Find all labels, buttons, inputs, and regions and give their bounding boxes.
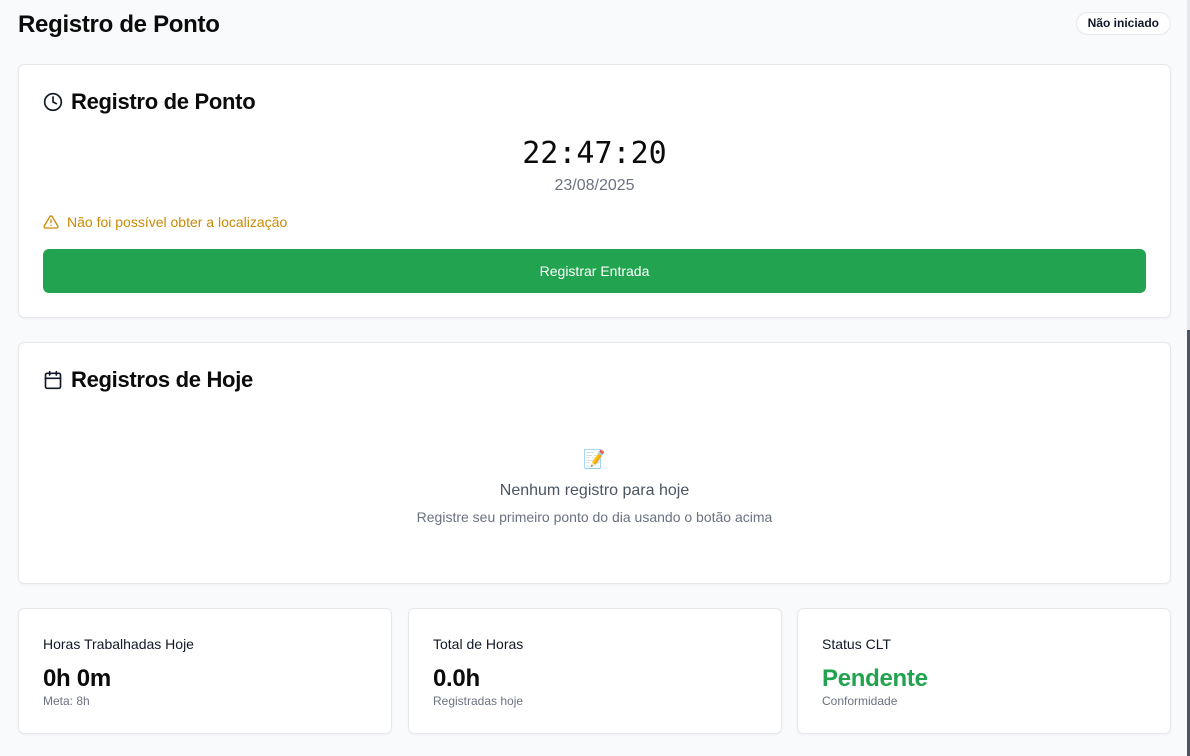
register-entry-button[interactable]: Registrar Entrada <box>43 249 1146 293</box>
location-warning: Não foi possível obter a localização <box>43 214 287 230</box>
stat-card-total-hours: Total de Horas 0.0h Registradas hoje <box>408 608 782 734</box>
stat-value: Pendente <box>822 665 928 692</box>
stat-value: 0h 0m <box>43 665 111 692</box>
stat-value: 0.0h <box>433 665 480 692</box>
memo-icon: 📝 <box>583 449 606 469</box>
punch-card: Registro de Ponto 22:47:20 23/08/2025 Nã… <box>18 64 1171 318</box>
warning-icon <box>43 214 59 230</box>
stat-card-clt-status: Status CLT Pendente Conformidade <box>797 608 1171 734</box>
empty-state-subtitle: Registre seu primeiro ponto do dia usand… <box>416 509 773 525</box>
stat-card-hours-today: Horas Trabalhadas Hoje 0h 0m Meta: 8h <box>18 608 392 734</box>
punch-card-header: Registro de Ponto <box>43 89 256 115</box>
current-date: 23/08/2025 <box>554 177 635 194</box>
stat-label: Total de Horas <box>433 636 524 652</box>
current-time: 22:47:20 <box>522 136 667 171</box>
today-records-title: Registros de Hoje <box>71 367 253 392</box>
empty-state-title: Nenhum registro para hoje <box>499 482 690 499</box>
page: Registro de Ponto Não iniciado Registro … <box>0 0 1190 756</box>
stat-label: Horas Trabalhadas Hoje <box>43 636 194 652</box>
stat-label: Status CLT <box>822 636 891 652</box>
punch-card-title: Registro de Ponto <box>71 89 256 114</box>
location-warning-text: Não foi possível obter a localização <box>67 214 288 230</box>
today-records-header: Registros de Hoje <box>43 367 253 393</box>
stat-subtext: Conformidade <box>822 694 898 708</box>
status-badge: Não iniciado <box>1075 12 1171 35</box>
stat-subtext: Meta: 8h <box>43 694 90 708</box>
stat-subtext: Registradas hoje <box>433 694 524 708</box>
clock-icon <box>43 92 63 112</box>
calendar-icon <box>43 370 63 390</box>
page-title: Registro de Ponto <box>18 11 220 38</box>
today-records-card: Registros de Hoje 📝 Nenhum registro para… <box>18 342 1171 584</box>
